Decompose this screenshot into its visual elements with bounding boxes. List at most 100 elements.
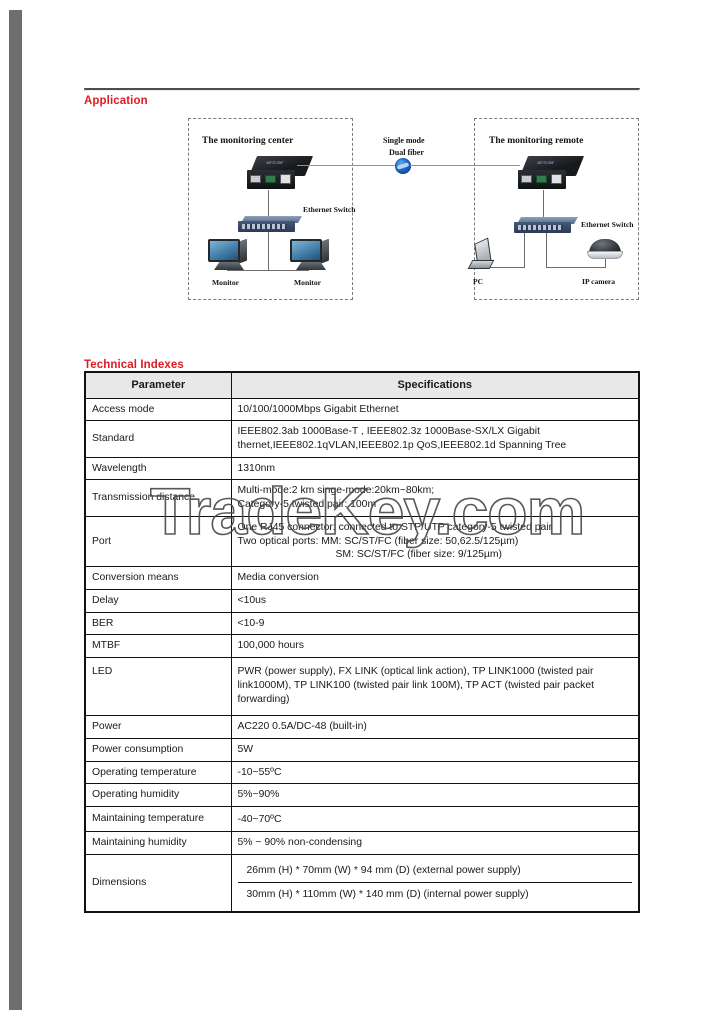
param-operating-temperature: Operating temperature xyxy=(84,760,232,785)
table-row: MTBF 100,000 hours xyxy=(84,634,640,659)
table-row: Power AC220 0.5A/DC-48 (built-in) xyxy=(84,715,640,739)
value-delay: <10us xyxy=(230,588,640,613)
param-transmission-distance: Transmission distance xyxy=(84,479,232,517)
param-maintaining-humidity: Maintaining humidity xyxy=(84,830,232,855)
ethernet-switch-label-right: Ethernet Switch xyxy=(581,220,634,229)
value-power: AC220 0.5A/DC-48 (built-in) xyxy=(230,715,640,739)
document-page: Application The monitoring center NETLIN… xyxy=(0,0,724,1024)
table-row: Access mode 10/100/1000Mbps Gigabit Ethe… xyxy=(84,397,640,422)
monitor-icon-1 xyxy=(208,238,252,275)
monitoring-center-title: The monitoring center xyxy=(202,136,294,146)
param-access-mode: Access mode xyxy=(84,397,232,422)
technical-indexes-table-wrap: Parameter Specifications Access mode 10/… xyxy=(84,371,640,914)
application-topology-diagram: The monitoring center NETLINK Single mod… xyxy=(84,115,640,315)
application-title: Application xyxy=(84,95,148,107)
param-ber: BER xyxy=(84,611,232,636)
value-standard: IEEE802.3ab 1000Base-T , IEEE802.3z 1000… xyxy=(230,420,640,458)
link-camera-bus xyxy=(546,267,605,268)
dimensions-row-internal: 30mm (H) * 110mm (W) * 140 mm (D) (inter… xyxy=(238,883,633,907)
section-divider-rule xyxy=(84,88,640,91)
value-power-consumption: 5W xyxy=(230,738,640,762)
table-row: Operating humidity 5%~90% xyxy=(84,783,640,808)
link-converter-to-switch-right xyxy=(543,190,544,218)
dimensions-row-external: 26mm (H) * 70mm (W) * 94 mm (D) (externa… xyxy=(237,858,632,884)
param-wavelength: Wavelength xyxy=(84,456,232,481)
ip-camera-label: IP camera xyxy=(582,277,616,286)
dimensions-subtable: 26mm (H) * 70mm (W) * 94 mm (D) (externa… xyxy=(237,858,633,907)
param-conversion-means: Conversion means xyxy=(84,566,232,590)
value-maintaining-temperature: -40~70ºC xyxy=(230,806,640,832)
rj45-port-icon xyxy=(280,174,291,184)
port-line1: One RJ45 connector: connected to STP/UTP… xyxy=(237,521,553,533)
media-converter-icon-right: NETLINK xyxy=(518,156,585,190)
param-power: Power xyxy=(84,715,232,739)
maintaining-temperature-label: Maintaining temperature xyxy=(92,813,205,825)
value-dimensions: 26mm (H) * 70mm (W) * 94 mm (D) (externa… xyxy=(230,853,640,913)
link-switch-down-left xyxy=(268,232,269,270)
monitor-label-1: Monitor xyxy=(212,278,239,287)
technical-indexes-title: Technical Indexes xyxy=(84,359,184,371)
link-switch-to-pc xyxy=(524,233,525,267)
monitor-label-2: Monitor xyxy=(294,278,321,287)
table-row: Standard IEEE802.3ab 1000Base-T , IEEE80… xyxy=(84,420,640,458)
table-row: BER <10-9 xyxy=(84,611,640,636)
link-converter-to-switch-left xyxy=(268,190,269,217)
table-header-row: Parameter Specifications xyxy=(84,371,640,399)
technical-indexes-table: Parameter Specifications Access mode 10/… xyxy=(84,371,640,914)
param-led: LED xyxy=(84,657,232,717)
table-row: Maintaining temperature -40~70ºC xyxy=(84,806,640,832)
sfp-port-icon-right xyxy=(521,175,532,183)
param-dimensions: Dimensions xyxy=(84,853,232,913)
status-led-icon xyxy=(265,175,276,183)
column-header-parameter: Parameter xyxy=(84,371,232,399)
value-operating-temperature: -10~55ºC xyxy=(230,760,640,785)
value-wavelength: 1310nm xyxy=(230,456,640,481)
globe-icon xyxy=(395,158,411,174)
param-operating-humidity: Operating humidity xyxy=(84,783,232,808)
table-row: Conversion means Media conversion xyxy=(84,566,640,590)
param-standard: Standard xyxy=(84,420,232,458)
ethernet-switch-icon-left xyxy=(238,216,303,233)
fiber-label-line2: Dual fiber xyxy=(389,148,424,157)
value-conversion-means: Media conversion xyxy=(230,566,640,590)
transmission-distance-line2: Category-5 twisted pair: 100m xyxy=(237,499,377,511)
port-line3: SM: SC/ST/FC (fiber size: 9/125µm) xyxy=(335,549,503,561)
rj45-port-icon-right xyxy=(551,174,562,184)
pc-tower-icon xyxy=(467,237,500,272)
table-row: Port One RJ45 connector: connected to ST… xyxy=(84,515,640,568)
dimensions-external: 26mm (H) * 70mm (W) * 94 mm (D) (externa… xyxy=(237,858,632,884)
column-header-specifications: Specifications xyxy=(230,371,640,399)
table-row: Maintaining humidity 5% ~ 90% non-conden… xyxy=(84,830,640,855)
sfp-port-icon xyxy=(250,175,261,183)
media-converter-icon-left: NETLINK xyxy=(247,156,314,190)
param-port: Port xyxy=(84,515,232,568)
param-maintaining-temperature: Maintaining temperature xyxy=(84,806,232,832)
table-row: Wavelength 1310nm xyxy=(84,456,640,481)
value-transmission-distance: Multi-mode:2 km singe-mode:20km~80km; Ca… xyxy=(230,479,640,517)
table-row: LED PWR (power supply), FX LINK (optical… xyxy=(84,657,640,717)
pc-label: PC xyxy=(473,277,484,286)
ethernet-switch-label-left: Ethernet Switch xyxy=(303,205,356,214)
table-row: Transmission distance Multi-mode:2 km si… xyxy=(84,479,640,517)
monitoring-remote-title: The monitoring remote xyxy=(489,136,584,146)
value-mtbf: 100,000 hours xyxy=(230,634,640,659)
technical-section-header: Technical Indexes xyxy=(84,355,640,371)
ip-camera-icon xyxy=(587,239,623,261)
table-row: Operating temperature -10~55ºC xyxy=(84,760,640,785)
application-section-header: Application xyxy=(84,88,640,107)
status-led-icon-right xyxy=(536,175,547,183)
param-power-consumption: Power consumption xyxy=(84,738,232,762)
value-port: One RJ45 connector: connected to STP/UTP… xyxy=(230,515,640,568)
transmission-distance-line1: Multi-mode:2 km singe-mode:20km~80km; xyxy=(237,485,435,497)
value-maintaining-humidity: 5% ~ 90% non-condensing xyxy=(230,830,640,855)
scan-edge-bar xyxy=(9,10,22,1010)
link-switch-to-camera xyxy=(546,233,547,267)
dimensions-internal: 30mm (H) * 110mm (W) * 140 mm (D) (inter… xyxy=(246,889,529,901)
value-access-mode: 10/100/1000Mbps Gigabit Ethernet xyxy=(230,397,640,422)
table-row: Power consumption 5W xyxy=(84,738,640,762)
value-led: PWR (power supply), FX LINK (optical lin… xyxy=(230,657,640,717)
value-operating-humidity: 5%~90% xyxy=(230,783,640,808)
ethernet-switch-icon-right xyxy=(514,217,579,234)
table-row: Dimensions 26mm (H) * 70mm (W) * 94 mm (… xyxy=(84,853,640,913)
fiber-label-line1: Single mode xyxy=(383,136,425,145)
